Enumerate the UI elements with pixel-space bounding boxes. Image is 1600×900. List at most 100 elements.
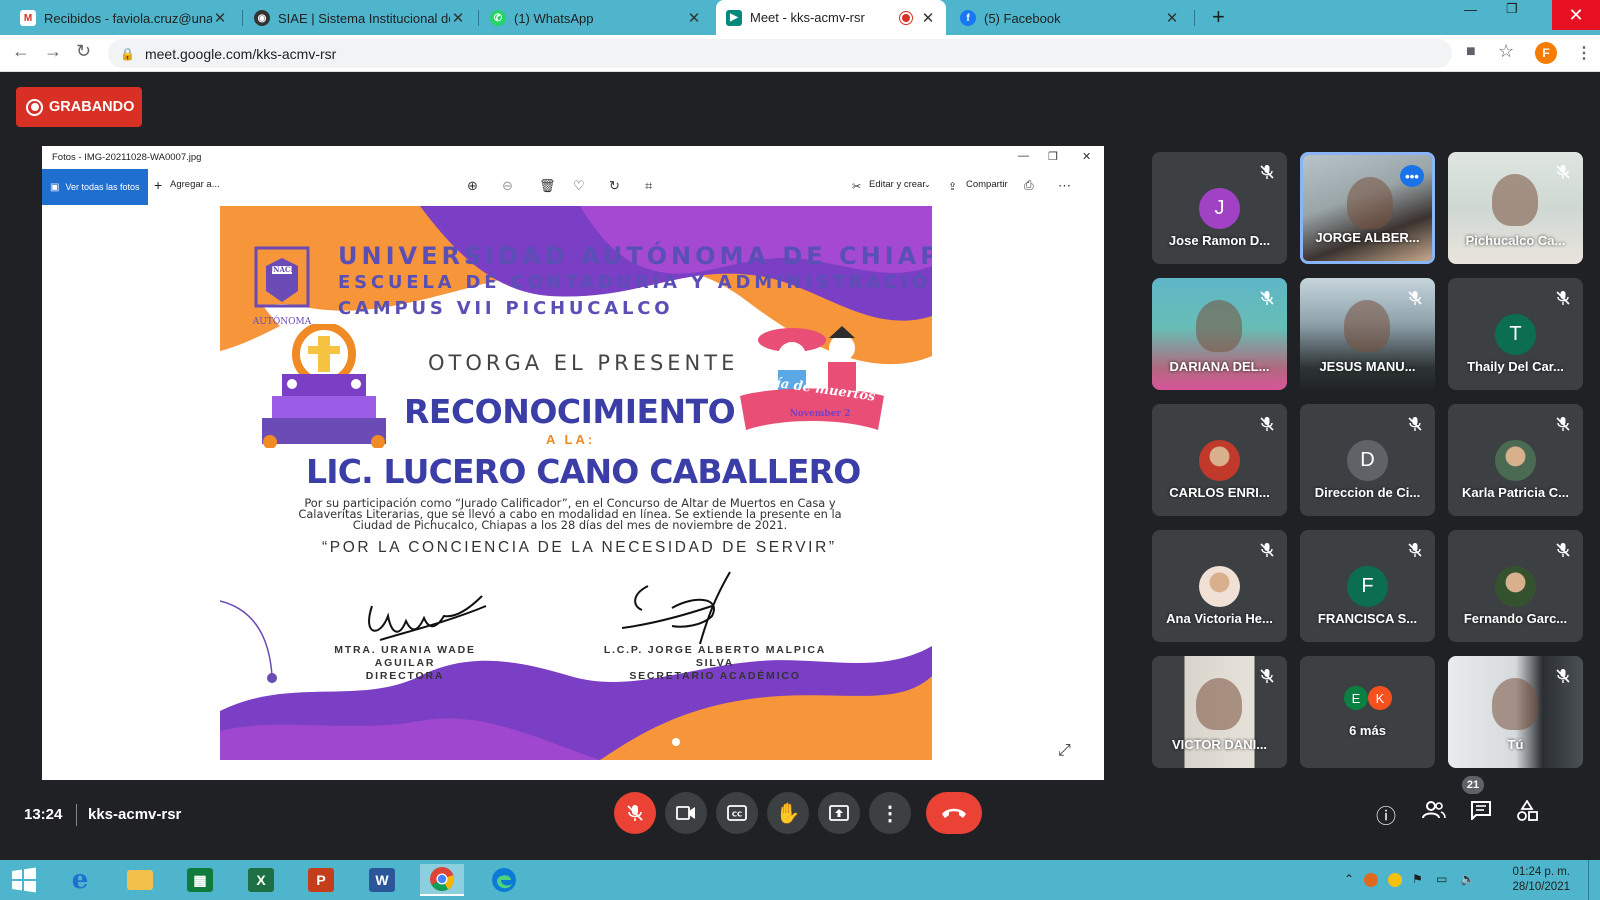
taskbar-file-explorer[interactable]: [118, 864, 162, 896]
taskbar-chrome[interactable]: [420, 864, 464, 896]
recording-badge[interactable]: GRABANDO: [16, 87, 142, 127]
taskbar-powerpoint[interactable]: P: [299, 864, 343, 896]
tab-gmail[interactable]: M Recibidos - faviola.cruz@unach.mx ✕: [10, 3, 238, 33]
video-camera-icon: [676, 806, 695, 820]
delete-icon[interactable]: 🗑: [539, 178, 556, 194]
new-tab-button[interactable]: +: [1212, 4, 1225, 30]
tray-app-icon-2[interactable]: [1388, 873, 1402, 887]
edit-create-button[interactable]: Editar y crear: [869, 179, 926, 190]
minimize-window-icon[interactable]: —: [1464, 2, 1477, 17]
close-tab-icon[interactable]: ✕: [920, 9, 936, 27]
more-options-icon[interactable]: ⋯: [1058, 178, 1071, 194]
tray-overflow-icon[interactable]: ⌃: [1344, 872, 1354, 886]
flag-icon[interactable]: ⚑: [1412, 872, 1423, 886]
expand-icon[interactable]: ⤢: [1058, 742, 1071, 760]
restore-window-icon[interactable]: ❐: [1506, 1, 1518, 17]
rotate-icon[interactable]: ↻: [609, 178, 620, 194]
taskbar-edge[interactable]: [482, 864, 526, 896]
participant-name: Ana Victoria He...: [1166, 611, 1273, 626]
participant-tile[interactable]: D Direccion de Ci...: [1300, 404, 1435, 516]
mic-muted-icon: [1407, 542, 1423, 558]
close-tab-icon[interactable]: ✕: [1164, 9, 1180, 27]
show-desktop-button[interactable]: [1588, 860, 1589, 900]
participant-tile[interactable]: ••• JORGE ALBER...: [1300, 152, 1435, 264]
tray-app-icon[interactable]: [1364, 873, 1378, 887]
participant-tile[interactable]: CARLOS ENRI...: [1152, 404, 1287, 516]
participant-tile[interactable]: EK 6 más: [1300, 656, 1435, 768]
participant-tile[interactable]: JESUS MANU...: [1300, 278, 1435, 390]
tab-whatsapp[interactable]: ✆ (1) WhatsApp ✕: [480, 3, 712, 33]
edge-icon: [492, 868, 516, 892]
favorite-heart-icon[interactable]: ♡: [573, 178, 585, 194]
taskbar-store[interactable]: ▦: [178, 864, 222, 896]
participant-tile[interactable]: Pichucalco Ca...: [1448, 152, 1583, 264]
close-tab-icon[interactable]: ✕: [686, 9, 702, 27]
more-options-button[interactable]: ⋮: [869, 792, 911, 834]
leave-call-button[interactable]: [926, 792, 982, 834]
browser-menu-icon[interactable]: ⋮: [1576, 43, 1592, 63]
back-icon[interactable]: ←: [12, 41, 30, 62]
avatar-initial: E: [1351, 690, 1361, 706]
avatar: D: [1347, 440, 1388, 481]
chevron-down-icon[interactable]: ⌄: [924, 180, 931, 189]
participant-tile[interactable]: Ana Victoria He...: [1152, 530, 1287, 642]
people-icon[interactable]: [1422, 800, 1446, 826]
tab-facebook[interactable]: f (5) Facebook ✕: [950, 3, 1190, 33]
add-to-button[interactable]: Agregar a...: [170, 179, 220, 190]
chat-icon[interactable]: [1470, 800, 1492, 826]
close-tab-icon[interactable]: ✕: [450, 9, 466, 27]
url-bar[interactable]: 🔒 meet.google.com/kks-acmv-rsr: [108, 39, 1452, 68]
avatar: K: [1368, 686, 1392, 710]
university-name: UNIVERSIDAD AUTÓNOMA DE CHIAPAS: [338, 242, 932, 270]
participant-tile[interactable]: T Thaily Del Car...: [1448, 278, 1583, 390]
url-text: meet.google.com/kks-acmv-rsr: [144, 45, 337, 62]
taskbar-clock[interactable]: 01:24 p. m. 28/10/2021: [1510, 865, 1570, 895]
zoom-in-icon[interactable]: ⊕: [467, 178, 478, 194]
tab-meet[interactable]: ▶ Meet - kks-acmv-rsr ✕: [716, 0, 946, 35]
taskbar-word[interactable]: W: [360, 864, 404, 896]
participant-tile[interactable]: F FRANCISCA S...: [1300, 530, 1435, 642]
photos-close-icon[interactable]: ✕: [1082, 150, 1091, 163]
photos-maximize-icon[interactable]: ❐: [1048, 150, 1058, 163]
participant-tile[interactable]: Tú: [1448, 656, 1583, 768]
tab-title: (1) WhatsApp: [514, 10, 594, 26]
participant-tile[interactable]: J Jose Ramon D...: [1152, 152, 1287, 264]
print-icon[interactable]: ⎙: [1024, 178, 1034, 193]
activities-icon[interactable]: [1516, 799, 1538, 828]
camera-permission-icon[interactable]: ■: [1466, 43, 1476, 61]
photos-window-title: Fotos - IMG-20211028-WA0007.jpg: [52, 151, 202, 163]
see-all-photos-button[interactable]: ▣ Ver todas las fotos: [42, 169, 148, 205]
participant-tile[interactable]: VICTOR DANI...: [1152, 656, 1287, 768]
taskbar-excel[interactable]: X: [239, 864, 283, 896]
volume-icon[interactable]: 🔈: [1460, 872, 1475, 886]
raise-hand-button[interactable]: ✋: [767, 792, 809, 834]
reload-icon[interactable]: ↻: [76, 41, 91, 62]
zoom-out-icon[interactable]: ⊖: [502, 178, 513, 194]
forward-icon[interactable]: →: [44, 41, 62, 62]
close-window-button[interactable]: ✕: [1552, 0, 1600, 30]
close-tab-icon[interactable]: ✕: [212, 9, 228, 27]
see-all-label: Ver todas las fotos: [65, 182, 140, 192]
captions-button[interactable]: CC: [716, 792, 758, 834]
present-screen-button[interactable]: [818, 792, 860, 834]
crop-icon[interactable]: ⌗: [645, 178, 652, 194]
profile-avatar[interactable]: F: [1535, 42, 1557, 64]
edit-create-icon: ✂: [852, 181, 862, 193]
taskbar-internet-explorer[interactable]: e: [58, 864, 102, 896]
network-icon[interactable]: ▭: [1436, 872, 1447, 886]
bookmark-star-icon[interactable]: ☆: [1498, 41, 1514, 62]
participant-tile[interactable]: Karla Patricia C...: [1448, 404, 1583, 516]
mic-muted-icon: [1555, 668, 1571, 684]
avatar: [1199, 440, 1240, 481]
add-icon[interactable]: +: [154, 177, 162, 193]
start-button[interactable]: [2, 864, 46, 896]
mic-muted-icon: [1555, 290, 1571, 306]
meeting-details-icon[interactable]: ⓘ: [1376, 800, 1396, 829]
tab-siae[interactable]: ◉ SIAE | Sistema Institucional de Ad ✕: [244, 3, 476, 33]
participant-tile[interactable]: Fernando Garc...: [1448, 530, 1583, 642]
participant-tile[interactable]: DARIANA DEL...: [1152, 278, 1287, 390]
camera-toggle-button[interactable]: [665, 792, 707, 834]
photos-minimize-icon[interactable]: —: [1018, 150, 1029, 162]
share-button[interactable]: Compartir: [966, 179, 1008, 190]
microphone-toggle-button[interactable]: [614, 792, 656, 834]
